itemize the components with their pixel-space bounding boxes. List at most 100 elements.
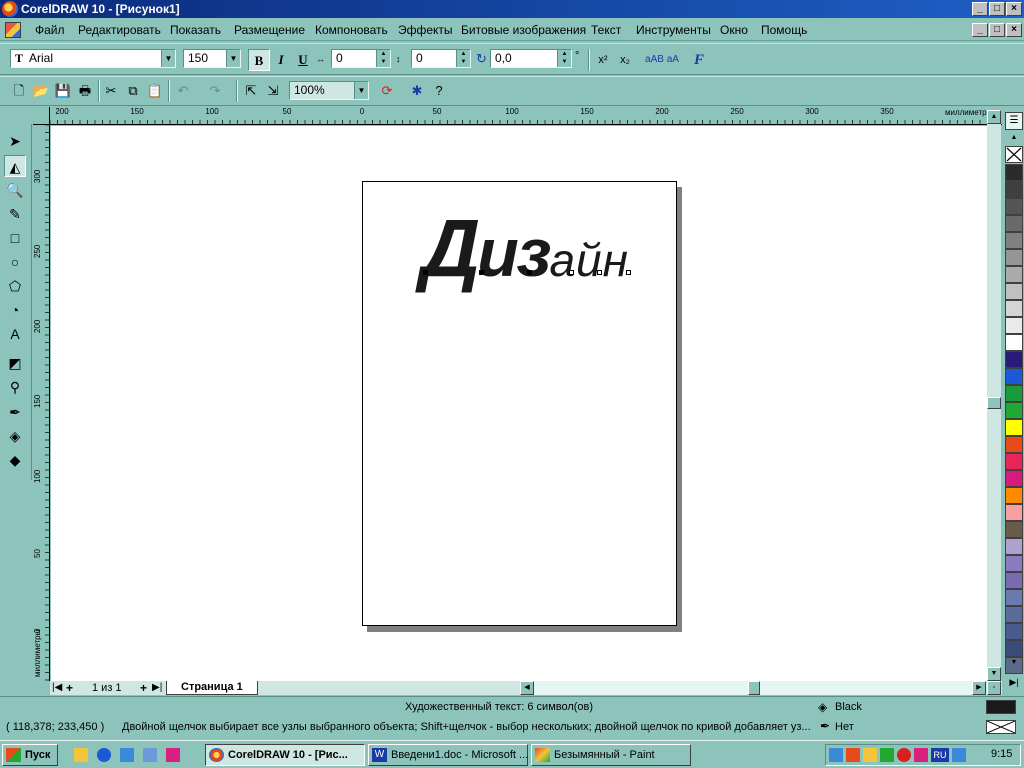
text-tool-icon[interactable]: A: [4, 323, 26, 345]
underline-button[interactable]: U: [292, 49, 314, 71]
menu-layout[interactable]: Компоновать: [315, 23, 388, 37]
color-swatch[interactable]: [1005, 368, 1023, 385]
doc-restore-button[interactable]: □: [989, 23, 1005, 37]
interactive-fill-tool-icon[interactable]: ◆: [4, 449, 26, 471]
minimize-button[interactable]: _: [972, 2, 988, 16]
freehand-tool-icon[interactable]: ✎: [4, 203, 26, 225]
eyedropper-tool-icon[interactable]: ⚲: [4, 376, 26, 398]
color-swatch[interactable]: [1005, 317, 1023, 334]
palette-scroll-down-icon[interactable]: ▼: [1005, 658, 1023, 668]
clock[interactable]: 9:15: [991, 748, 1012, 760]
subscript-button[interactable]: x₂: [614, 49, 636, 71]
spinner-icon[interactable]: ▲ ▼: [456, 50, 470, 67]
ruler-origin[interactable]: [33, 107, 50, 125]
task-button-word[interactable]: W Введени1.doc - Microsoft ...: [368, 744, 528, 766]
scroll-right-icon[interactable]: ▶: [972, 681, 986, 695]
color-swatch[interactable]: [1005, 266, 1023, 283]
tray-icon[interactable]: [846, 748, 860, 762]
application-launcher-icon[interactable]: ⟳: [376, 80, 398, 102]
task-button-coreldraw[interactable]: CorelDRAW 10 - [Рис...: [205, 744, 365, 766]
tray-icon[interactable]: [829, 748, 843, 762]
color-swatch[interactable]: [1005, 402, 1023, 419]
color-swatch[interactable]: [1005, 215, 1023, 232]
show-desktop-icon[interactable]: [143, 748, 157, 762]
add-page-after-icon[interactable]: +: [140, 681, 147, 695]
spinner-icon[interactable]: ▲ ▼: [376, 50, 390, 67]
close-button[interactable]: ×: [1006, 2, 1022, 16]
tray-icon[interactable]: [897, 748, 911, 762]
menu-effects[interactable]: Эффекты: [398, 23, 453, 37]
color-swatch[interactable]: [1005, 470, 1023, 487]
color-swatch[interactable]: [1005, 232, 1023, 249]
palette-scroll-up-icon[interactable]: ▲: [1005, 134, 1023, 142]
last-page-icon[interactable]: ▶|: [152, 681, 162, 695]
zoom-select[interactable]: 100% ▼: [289, 81, 369, 100]
color-swatch[interactable]: [1005, 453, 1023, 470]
tray-icon[interactable]: [914, 748, 928, 762]
font-name-select[interactable]: T Arial ▼: [10, 49, 176, 68]
doc-minimize-button[interactable]: _: [972, 23, 988, 37]
color-swatch[interactable]: [1005, 385, 1023, 402]
color-swatch[interactable]: [1005, 504, 1023, 521]
bold-button[interactable]: B: [248, 49, 270, 71]
h-spacing-field[interactable]: 0 ▲ ▼: [331, 49, 391, 68]
quicklaunch-icon[interactable]: [74, 748, 88, 762]
outline-color-swatch[interactable]: [986, 720, 1016, 734]
task-button-paint[interactable]: Безымянный - Paint: [531, 744, 691, 766]
format-text-button[interactable]: F: [688, 49, 710, 71]
scroll-thumb[interactable]: [987, 397, 1001, 409]
cut-icon[interactable]: ✂: [100, 80, 122, 102]
drawing-canvas[interactable]: Дизайн: [51, 126, 987, 681]
spinner-icon[interactable]: ▲ ▼: [557, 50, 571, 67]
vertical-ruler[interactable]: 300 250 200 150 100 50 0 миллиметры: [33, 125, 50, 681]
no-color-swatch[interactable]: [1005, 146, 1023, 163]
scroll-up-icon[interactable]: ▲: [987, 110, 1001, 124]
color-swatch[interactable]: [1005, 623, 1023, 640]
menu-tools[interactable]: Инструменты: [636, 23, 711, 37]
scroll-down-icon[interactable]: ▼: [987, 667, 1001, 681]
paste-icon[interactable]: 📋: [144, 80, 166, 102]
font-size-select[interactable]: 150 ▼: [183, 49, 241, 68]
redo-icon[interactable]: ↷: [204, 80, 226, 102]
menu-window[interactable]: Окно: [720, 23, 748, 37]
color-swatch[interactable]: [1005, 164, 1023, 181]
export-icon[interactable]: ⇲: [262, 80, 284, 102]
horizontal-scrollbar[interactable]: ◀ ▶: [520, 681, 986, 695]
fill-color-swatch[interactable]: [986, 700, 1016, 714]
color-swatch[interactable]: [1005, 283, 1023, 300]
color-swatch[interactable]: [1005, 606, 1023, 623]
outline-tool-icon[interactable]: ✒: [4, 401, 26, 423]
text-node-handle[interactable]: [423, 270, 428, 275]
color-swatch[interactable]: [1005, 487, 1023, 504]
shape-tool-icon[interactable]: ◭: [4, 155, 26, 177]
coreldraw-app-icon[interactable]: [2, 1, 18, 17]
internet-explorer-icon[interactable]: [97, 748, 111, 762]
tray-icon[interactable]: [952, 748, 966, 762]
angle-field[interactable]: 0,0 ▲ ▼: [490, 49, 572, 68]
pick-tool-icon[interactable]: ➤: [4, 130, 26, 152]
color-swatch[interactable]: [1005, 436, 1023, 453]
tray-icon[interactable]: [880, 748, 894, 762]
italic-button[interactable]: I: [270, 49, 292, 71]
color-swatch[interactable]: [1005, 572, 1023, 589]
tray-icon[interactable]: [863, 748, 877, 762]
page-tab[interactable]: Страница 1: [166, 681, 258, 695]
text-node-handle[interactable]: [626, 270, 631, 275]
text-node-handle[interactable]: [569, 270, 574, 275]
chevron-down-icon[interactable]: ▼: [354, 82, 368, 99]
color-swatch[interactable]: [1005, 300, 1023, 317]
basic-shapes-tool-icon[interactable]: ◔: [4, 299, 26, 321]
whats-this-help-icon[interactable]: ?: [428, 80, 450, 102]
undo-icon[interactable]: ↶: [172, 80, 194, 102]
menu-bitmaps[interactable]: Битовые изображения: [461, 23, 586, 37]
color-swatch[interactable]: [1005, 198, 1023, 215]
new-document-icon[interactable]: 🗋: [8, 80, 30, 102]
save-disk-icon[interactable]: 💾: [52, 80, 74, 102]
document-icon[interactable]: [5, 22, 21, 38]
import-icon[interactable]: ⇱: [240, 80, 262, 102]
polygon-tool-icon[interactable]: ⬠: [4, 275, 26, 297]
menu-text[interactable]: Текст: [591, 23, 621, 37]
add-page-before-icon[interactable]: +: [66, 681, 73, 695]
color-swatch[interactable]: [1005, 351, 1023, 368]
chevron-down-icon[interactable]: ▼: [226, 50, 240, 67]
